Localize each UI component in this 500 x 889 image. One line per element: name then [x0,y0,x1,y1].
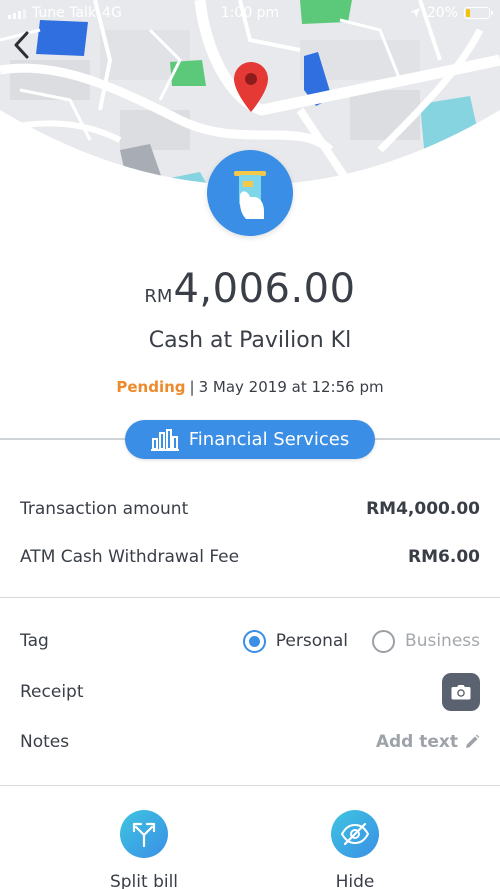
hide-circle [331,810,379,858]
notes-label: Notes [20,732,70,752]
atm-card-hand-icon [234,171,266,219]
split-arrows-icon [132,822,156,847]
tag-radio-group: Personal Business [242,629,480,653]
split-bill-label: Split bill [109,872,179,889]
eye-slash-icon [340,822,370,846]
bar-chart-icon [150,428,179,451]
split-bill-button[interactable]: Split bill [84,810,204,889]
add-notes-button[interactable]: Add text [376,732,480,752]
section-divider [0,597,500,598]
notes-placeholder: Add text [375,732,458,752]
chevron-left-icon [14,31,29,59]
status-bar: Tune Talk 4G 1:00 pm 20% [0,0,500,26]
radio-selected-icon [242,629,266,653]
tag-row: Tag Personal Business [20,626,480,656]
category-badge [207,150,293,236]
amount-value: 4,006.00 [173,266,356,312]
status-badge: Pending [116,378,186,396]
battery-level [466,9,471,17]
add-receipt-button[interactable] [442,673,480,711]
breakdown-value: RM4,000.00 [366,499,480,519]
camera-icon [451,685,471,700]
breakdown-row: Transaction amount RM4,000.00 [20,494,480,524]
breakdown-value: RM6.00 [408,547,480,567]
transaction-datetime: 3 May 2019 at 12:56 pm [198,378,384,396]
category-label: Financial Services [188,429,350,450]
pencil-icon [466,734,480,748]
tag-option-personal[interactable]: Personal [242,629,349,653]
category-button[interactable]: Financial Services [125,420,375,459]
breakdown-row: ATM Cash Withdrawal Fee RM6.00 [20,542,480,572]
currency-code: RM [144,286,173,307]
back-button[interactable] [6,28,36,62]
tag-option-label: Business [405,631,480,651]
status-separator: | [189,378,195,396]
radio-unselected-icon [372,629,396,653]
breakdown-label: ATM Cash Withdrawal Fee [20,547,240,567]
breakdown-label: Transaction amount [20,499,189,519]
notes-row: Notes Add text [20,727,480,757]
battery-icon [464,7,493,19]
transaction-status-line: Pending | 3 May 2019 at 12:56 pm [0,378,500,396]
battery-percent: 20% [426,5,458,21]
tag-option-label: Personal [275,631,349,651]
location-arrow-icon [409,8,420,18]
receipt-row: Receipt [20,673,480,711]
receipt-label: Receipt [20,682,84,702]
hide-label: Hide [335,872,375,889]
hide-button[interactable]: Hide [295,810,415,889]
section-divider [0,785,500,786]
map-pin-icon [234,62,268,112]
tag-option-business[interactable]: Business [372,629,480,653]
split-bill-circle [120,810,168,858]
merchant-name: Cash at Pavilion Kl [148,328,352,353]
transaction-amount: RM4,006.00 [0,266,500,312]
tag-label: Tag [20,631,49,651]
